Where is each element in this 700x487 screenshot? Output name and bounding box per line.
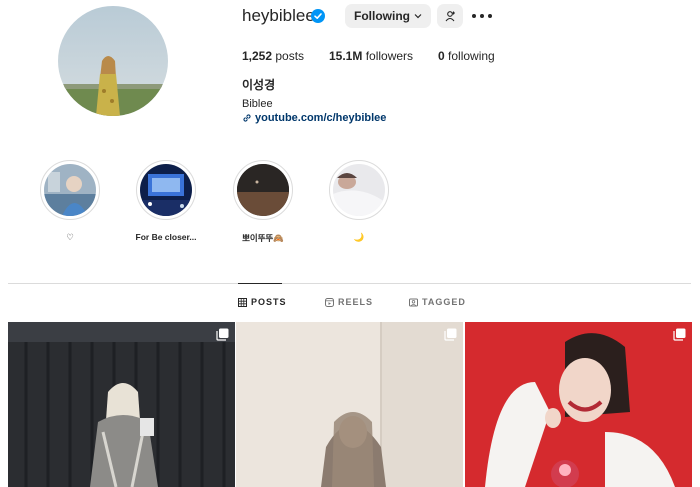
add-user-icon: [445, 11, 455, 22]
highlight-ring: [40, 160, 100, 220]
suggested-users-button[interactable]: [437, 4, 463, 28]
profile-link-text: youtube.com/c/heybiblee: [255, 112, 387, 124]
dot-icon: [488, 14, 492, 18]
link-icon: [243, 114, 251, 122]
dot-icon: [472, 14, 476, 18]
highlight-cover: [333, 164, 385, 216]
posts-count: 1,252: [242, 49, 273, 63]
more-options-button[interactable]: [472, 8, 492, 24]
dot-icon: [480, 14, 484, 18]
following-stat[interactable]: 0 following: [438, 49, 495, 63]
tab-tagged[interactable]: TAGGED: [409, 297, 466, 307]
verified-badge-icon: [311, 9, 325, 23]
tab-posts-label: POSTS: [251, 297, 287, 307]
multiple-photos-icon: [216, 328, 229, 341]
highlight-label: 뽀이뚜뚜🙈: [242, 233, 284, 243]
story-highlight[interactable]: ♡: [39, 160, 101, 242]
post-thumbnail[interactable]: [236, 322, 463, 487]
followers-count: 15.1M: [329, 49, 363, 63]
multiple-photos-icon: [673, 328, 686, 341]
chevron-down-icon: [414, 14, 422, 19]
highlight-cover: [140, 164, 192, 216]
grid-icon: [238, 297, 247, 307]
following-button-label: Following: [354, 9, 410, 23]
active-tab-indicator: [238, 283, 282, 284]
post-thumbnail[interactable]: [465, 322, 692, 487]
profile-link[interactable]: youtube.com/c/heybiblee: [242, 112, 386, 124]
highlight-cover: [44, 164, 96, 216]
highlight-cover: [237, 164, 289, 216]
tab-reels-label: REELS: [338, 297, 374, 307]
post-thumbnail[interactable]: [8, 322, 235, 487]
tagged-icon: [409, 298, 418, 306]
full-name: 이성경: [242, 78, 276, 92]
highlight-label: ♡: [66, 232, 74, 242]
profile-avatar[interactable]: [58, 6, 168, 116]
posts-stat: 1,252 posts: [242, 49, 304, 63]
followers-stat[interactable]: 15.1M followers: [329, 49, 413, 63]
bio-text: Biblee: [242, 98, 273, 110]
story-highlight[interactable]: 🌙: [328, 160, 390, 242]
following-count: 0: [438, 49, 445, 63]
highlight-ring: [136, 160, 196, 220]
tab-posts[interactable]: POSTS: [238, 297, 287, 307]
highlight-ring: [233, 160, 293, 220]
followers-label: followers: [365, 49, 414, 63]
username: heybiblee: [242, 6, 315, 25]
tab-tagged-label: TAGGED: [422, 297, 466, 307]
posts-label: posts: [275, 49, 305, 63]
highlight-label: For Be closer...: [135, 232, 197, 242]
story-highlight[interactable]: 뽀이뚜뚜🙈: [232, 160, 294, 243]
tabs-divider: [8, 283, 691, 284]
reels-icon: [325, 297, 334, 307]
highlight-label: 🌙: [353, 232, 365, 242]
following-label: following: [448, 49, 495, 63]
following-button[interactable]: Following: [345, 4, 431, 28]
multiple-photos-icon: [444, 328, 457, 341]
tab-reels[interactable]: REELS: [325, 297, 373, 307]
story-highlight[interactable]: For Be closer...: [135, 160, 197, 242]
highlight-ring: [329, 160, 389, 220]
